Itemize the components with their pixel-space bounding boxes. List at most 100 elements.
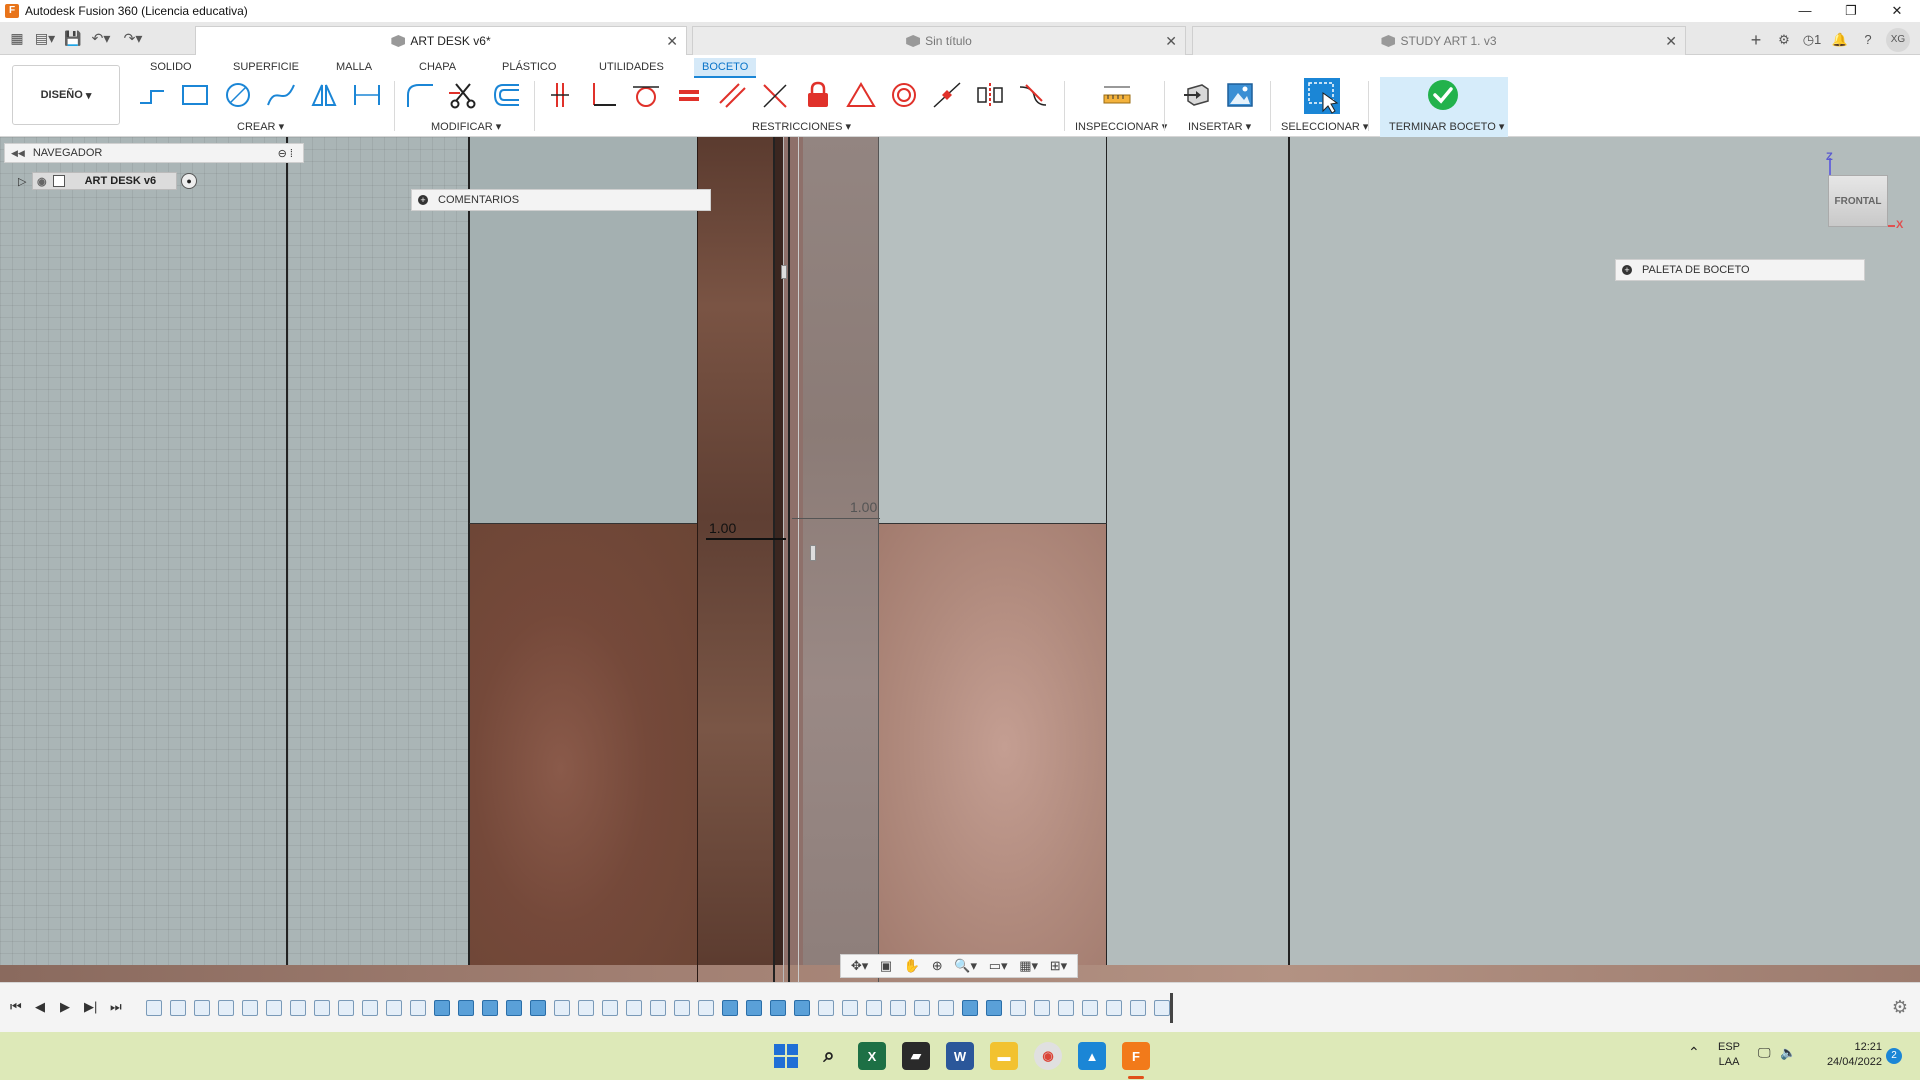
dimension-tool-icon[interactable] (350, 79, 384, 111)
notifications-bell-icon[interactable]: 🔔 (1830, 30, 1850, 50)
timeline-marker[interactable] (1170, 993, 1173, 1023)
timeline-feature-icon[interactable] (770, 1000, 786, 1016)
tab-art-desk-v6[interactable]: ART DESK v6* ✕ (195, 26, 687, 55)
sketch-palette-panel[interactable]: + PALETA DE BOCETO (1615, 259, 1865, 281)
coincident-constraint-icon[interactable] (543, 79, 577, 111)
volume-icon[interactable]: 🔈 (1780, 1045, 1796, 1060)
group-insertar[interactable]: INSERTAR ▾ (1188, 120, 1251, 133)
expand-plus-icon[interactable]: + (418, 195, 428, 205)
sketch-line[interactable] (697, 137, 698, 982)
timeline-feature-icon[interactable] (1106, 1000, 1122, 1016)
timeline-feature-icon[interactable] (578, 1000, 594, 1016)
redo-icon[interactable]: ↷▾ (118, 28, 148, 48)
measure-ruler-icon[interactable] (1100, 79, 1134, 111)
navigator-options-icon[interactable]: ⊖ ⁞ (278, 147, 293, 160)
chrome-icon[interactable]: ◉ (1034, 1042, 1062, 1070)
view-cube[interactable]: FRONTAL (1828, 175, 1888, 227)
tab-boceto[interactable]: BOCETO (694, 58, 757, 78)
collapse-navigator-icon[interactable]: ◀◀ (11, 148, 25, 159)
go-to-start-icon[interactable]: ⏮ (10, 999, 22, 1015)
sketch-line[interactable] (468, 137, 470, 965)
timeline-feature-icon[interactable] (914, 1000, 930, 1016)
spline-tool-icon[interactable] (264, 79, 298, 111)
timeline-feature-icon[interactable] (602, 1000, 618, 1016)
search-icon[interactable]: ⌕ (815, 1042, 843, 1070)
timeline-feature-icon[interactable] (938, 1000, 954, 1016)
fit-zoom-icon[interactable]: 🔍▾ (954, 958, 977, 974)
file-explorer-icon[interactable]: ▬ (990, 1042, 1018, 1070)
timeline-feature-icon[interactable] (866, 1000, 882, 1016)
timeline-feature-icon[interactable] (722, 1000, 738, 1016)
timeline-feature-icon[interactable] (986, 1000, 1002, 1016)
play-icon[interactable]: ▶ (60, 999, 70, 1015)
timeline-feature-icon[interactable] (194, 1000, 210, 1016)
timeline-feature-icon[interactable] (290, 1000, 306, 1016)
timeline-feature-icon[interactable] (338, 1000, 354, 1016)
new-tab-icon[interactable]: + (1746, 30, 1766, 50)
timeline-feature-icon[interactable] (314, 1000, 330, 1016)
language-indicator[interactable]: ESP LAA (1718, 1040, 1740, 1070)
display-settings-icon[interactable]: ▭▾ (989, 958, 1008, 974)
close-tab-icon[interactable]: ✕ (1665, 33, 1677, 50)
word-icon[interactable]: W (946, 1042, 974, 1070)
sticky-notes-icon[interactable]: ▰ (902, 1042, 930, 1070)
tab-malla[interactable]: MALLA (336, 58, 372, 76)
timeline-feature-icon[interactable] (626, 1000, 642, 1016)
tab-superficie[interactable]: SUPERFICIE (233, 58, 299, 76)
excel-icon[interactable]: X (858, 1042, 886, 1070)
sketch-line[interactable] (783, 137, 784, 982)
select-tool-icon[interactable] (1303, 77, 1341, 115)
offset-tool-icon[interactable] (489, 79, 523, 111)
show-hidden-icons-chevron[interactable]: ⌃ (1688, 1045, 1700, 1060)
symmetric-constraint-icon[interactable] (973, 79, 1007, 111)
extensions-icon[interactable]: ⚙ (1774, 30, 1794, 50)
timeline-feature-icon[interactable] (218, 1000, 234, 1016)
navigator-panel-header[interactable]: ◀◀ NAVEGADOR ⊖ ⁞ (4, 143, 304, 163)
timeline-feature-icon[interactable] (746, 1000, 762, 1016)
midpoint-constraint-icon[interactable] (930, 79, 964, 111)
timeline-feature-icon[interactable] (1058, 1000, 1074, 1016)
timeline-feature-icon[interactable] (386, 1000, 402, 1016)
network-icon[interactable]: 🖵 (1758, 1045, 1771, 1060)
timeline-feature-icon[interactable] (818, 1000, 834, 1016)
timeline-feature-icon[interactable] (1010, 1000, 1026, 1016)
curvature-constraint-icon[interactable] (1016, 79, 1050, 111)
dimension-value-left[interactable]: 1.00 (709, 520, 736, 536)
timeline-feature-icon[interactable] (674, 1000, 690, 1016)
undo-icon[interactable]: ↶▾ (86, 28, 116, 48)
dimension-line-right[interactable] (792, 518, 880, 519)
tab-study-art[interactable]: STUDY ART 1. v3 ✕ (1192, 26, 1686, 55)
timeline-feature-icon[interactable] (242, 1000, 258, 1016)
timeline-feature-icon[interactable] (794, 1000, 810, 1016)
symmetry-triangle-icon[interactable] (844, 79, 878, 111)
sketch-line[interactable] (1106, 137, 1107, 965)
drag-handle[interactable] (781, 265, 787, 279)
perpendicular-constraint-icon[interactable] (586, 79, 620, 111)
fillet-tool-icon[interactable] (403, 79, 437, 111)
help-icon[interactable]: ? (1858, 30, 1878, 50)
sketch-line[interactable] (469, 523, 697, 524)
insert-derive-icon[interactable] (1180, 79, 1214, 111)
job-status-icon[interactable]: ◷1 (1802, 30, 1822, 50)
sketch-line[interactable] (798, 137, 799, 982)
close-tab-icon[interactable]: ✕ (1165, 33, 1177, 50)
timeline-feature-icon[interactable] (434, 1000, 450, 1016)
close-tab-icon[interactable]: ✕ (666, 33, 678, 50)
trim-scissors-icon[interactable] (446, 79, 480, 111)
viewports-icon[interactable]: ⊞▾ (1050, 958, 1067, 974)
timeline-feature-icon[interactable] (842, 1000, 858, 1016)
timeline-feature-icon[interactable] (410, 1000, 426, 1016)
step-back-icon[interactable]: ◀ (35, 999, 45, 1015)
save-icon[interactable]: 💾 (62, 28, 84, 48)
dimension-value-right[interactable]: 1.00 (850, 499, 877, 515)
step-forward-icon[interactable]: ▶| (84, 999, 97, 1015)
group-inspeccionar[interactable]: INSPECCIONAR ▾ (1075, 120, 1167, 133)
activate-radio-icon[interactable]: ● (181, 173, 198, 189)
insert-canvas-image-icon[interactable] (1223, 79, 1257, 111)
timeline-settings-gear-icon[interactable]: ⚙ (1892, 997, 1908, 1018)
timeline-feature-icon[interactable] (170, 1000, 186, 1016)
fix-lock-icon[interactable] (801, 79, 835, 111)
concentric-constraint-icon[interactable] (887, 79, 921, 111)
fusion-360-taskbar-icon[interactable]: F (1122, 1042, 1150, 1070)
timeline-feature-icon[interactable] (1154, 1000, 1170, 1016)
